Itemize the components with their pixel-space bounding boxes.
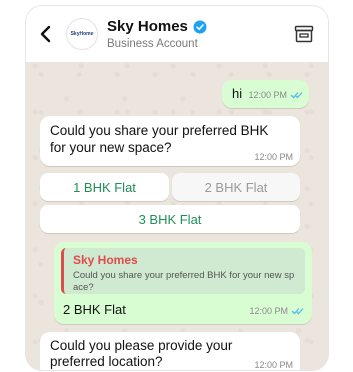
chat-header: SkyHome Sky Homes Business Account xyxy=(26,6,328,62)
contact-subtitle: Business Account xyxy=(107,38,198,50)
quoted-text: Could you share your preferred BHK for y… xyxy=(73,270,295,293)
double-check-icon xyxy=(291,308,304,315)
double-check-icon xyxy=(290,92,303,99)
chat-screen: SkyHome Sky Homes Business Account hi 12… xyxy=(26,6,328,370)
quoted-sender: Sky Homes xyxy=(73,253,138,267)
quoted-message[interactable]: Sky Homes Could you share your preferred… xyxy=(61,248,305,294)
outgoing-message[interactable]: hi 12:00 PM xyxy=(222,80,309,108)
message-time: 12:00 PM xyxy=(254,152,293,162)
option-button-2bhk[interactable]: 2 BHK Flat xyxy=(172,173,300,201)
avatar[interactable]: SkyHome xyxy=(66,18,98,50)
message-text: hi xyxy=(232,86,243,101)
contact-name: Sky Homes xyxy=(107,18,188,35)
verified-icon xyxy=(193,20,207,33)
outgoing-reply-message[interactable]: Sky Homes Could you share your preferred… xyxy=(54,242,312,324)
incoming-message[interactable]: Could you please provide your preferred … xyxy=(40,332,300,370)
incoming-message[interactable]: Could you share your preferred BHK for y… xyxy=(40,116,300,166)
message-time: 12:00 PM xyxy=(249,306,288,316)
message-text: 2 BHK Flat xyxy=(63,302,126,317)
message-text: Could you please provide your preferred … xyxy=(50,338,233,369)
message-time: 12:00 PM xyxy=(254,360,293,370)
option-button-3bhk[interactable]: 3 BHK Flat xyxy=(40,205,300,233)
avatar-logo: SkyHome xyxy=(70,30,94,37)
back-button[interactable] xyxy=(32,21,58,47)
option-button-1bhk[interactable]: 1 BHK Flat xyxy=(40,173,169,201)
back-icon xyxy=(40,25,51,43)
store-icon[interactable] xyxy=(294,25,314,43)
message-time: 12:00 PM xyxy=(248,90,287,100)
message-text: Could you share your preferred BHK for y… xyxy=(50,123,269,155)
contact-info[interactable]: Sky Homes Business Account xyxy=(107,18,207,50)
